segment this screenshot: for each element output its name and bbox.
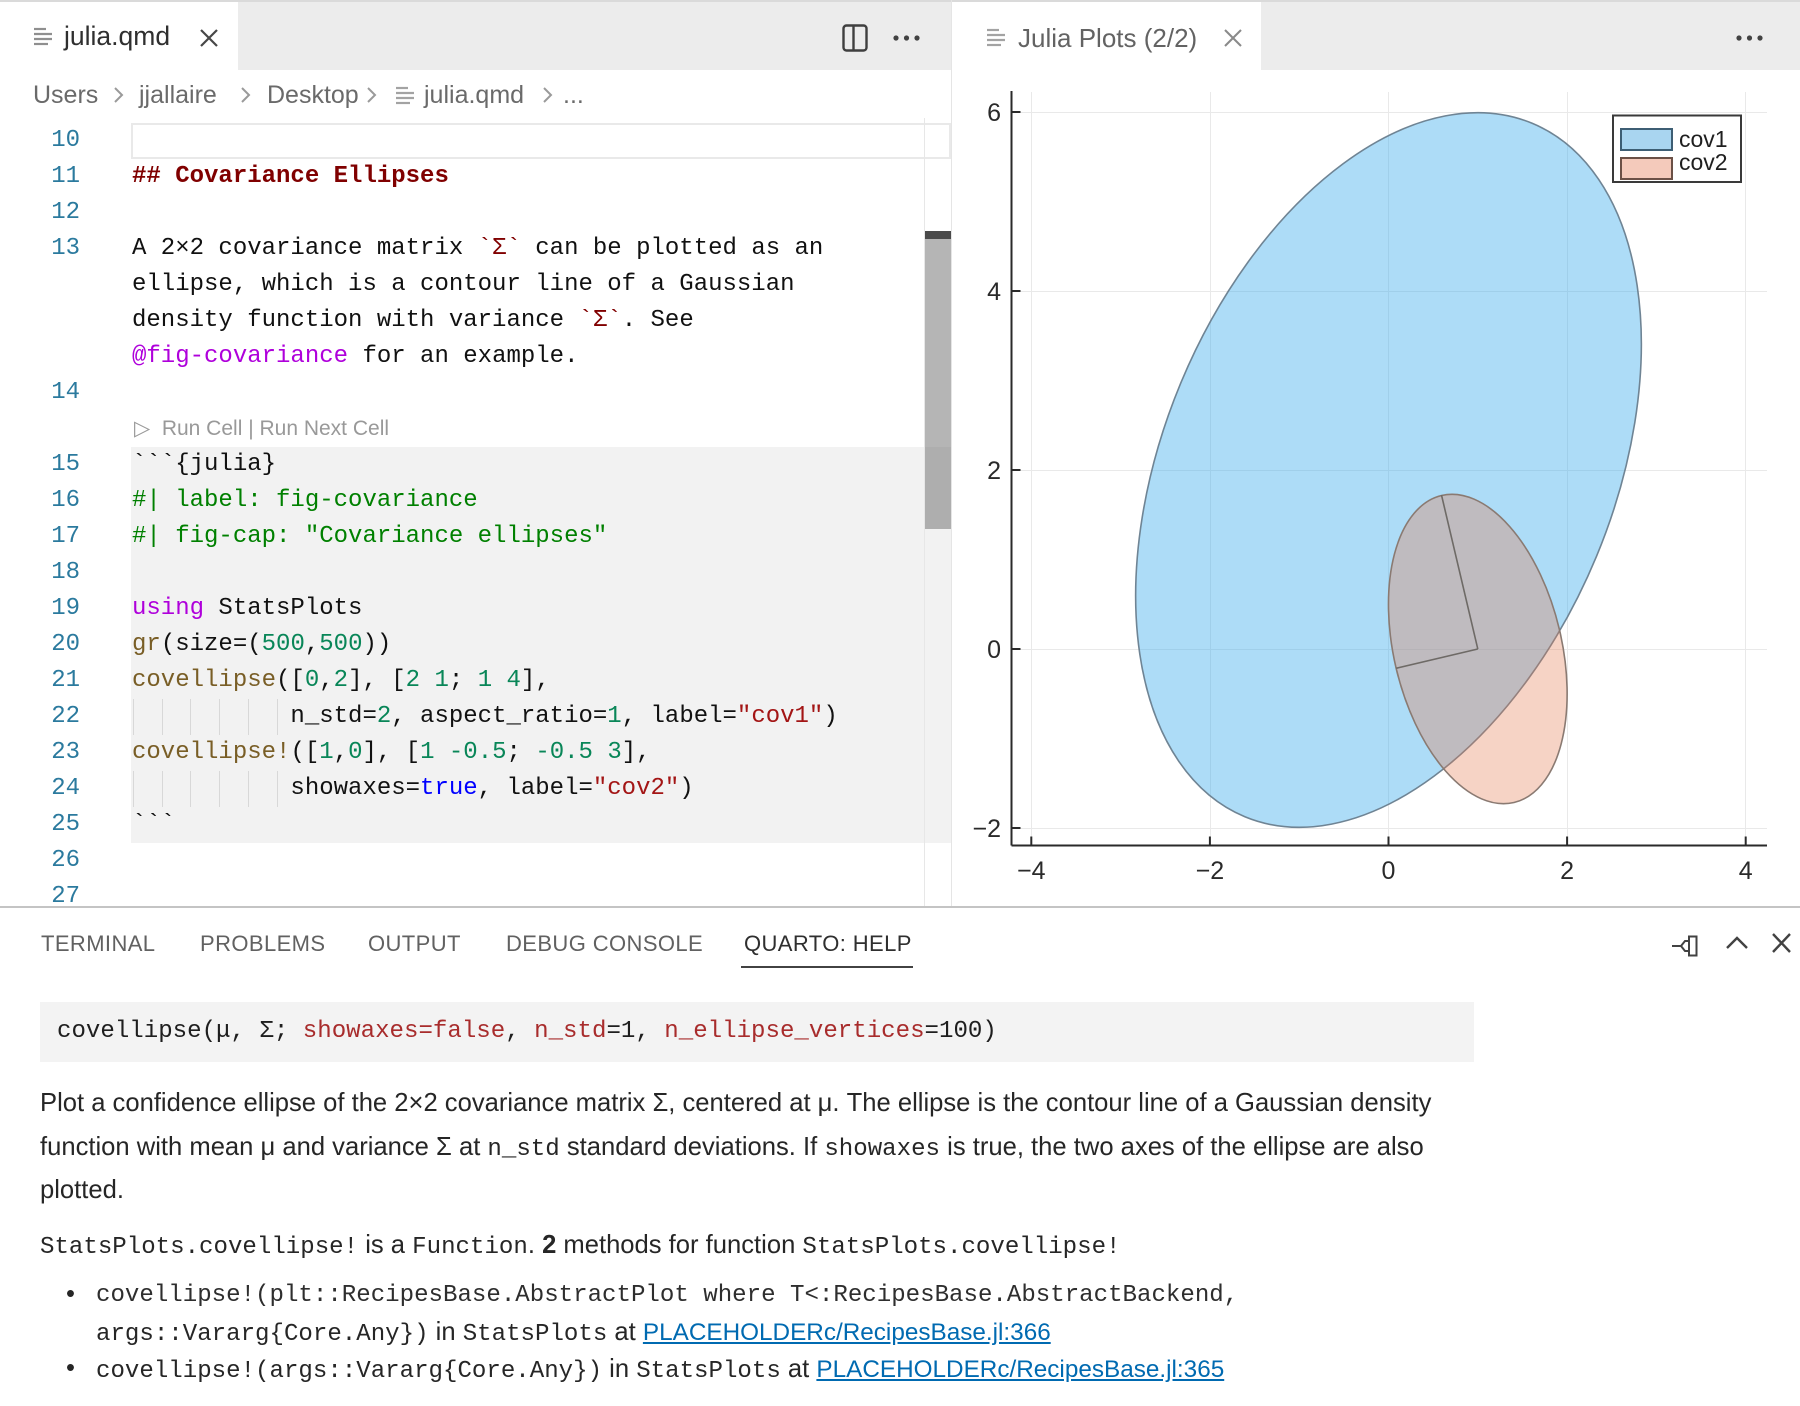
svg-text:−2: −2 bbox=[972, 815, 1001, 843]
svg-text:2: 2 bbox=[987, 457, 1001, 485]
svg-text:0: 0 bbox=[1382, 857, 1396, 885]
svg-text:6: 6 bbox=[987, 99, 1001, 127]
svg-text:cov2: cov2 bbox=[1679, 149, 1728, 175]
svg-text:2: 2 bbox=[1560, 857, 1574, 885]
svg-text:4: 4 bbox=[987, 278, 1001, 306]
svg-text:4: 4 bbox=[1739, 857, 1753, 885]
svg-text:−4: −4 bbox=[1017, 857, 1046, 885]
svg-text:−2: −2 bbox=[1196, 857, 1225, 885]
svg-text:0: 0 bbox=[987, 636, 1001, 664]
